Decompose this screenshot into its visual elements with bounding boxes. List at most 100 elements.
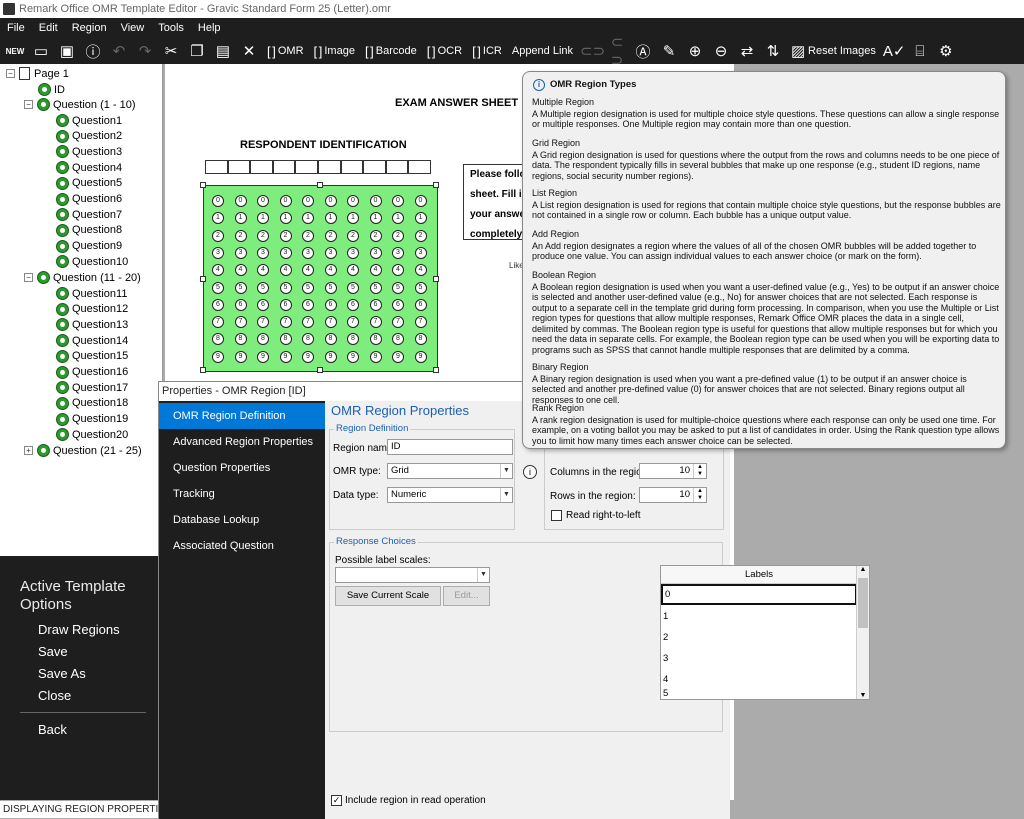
text-recognition-icon[interactable]: Ⓐ bbox=[632, 41, 654, 62]
labels-scrollbar[interactable]: ▲ ▼ bbox=[856, 566, 869, 699]
info-icon[interactable]: i bbox=[523, 465, 537, 479]
menu-region[interactable]: Region bbox=[65, 22, 114, 34]
menu-view[interactable]: View bbox=[114, 22, 152, 34]
label-row[interactable]: 4 bbox=[661, 669, 857, 690]
columns-spinner[interactable]: 10 ▲ ▼ bbox=[639, 463, 707, 479]
pencil-icon[interactable]: ✎ bbox=[658, 42, 680, 60]
labels-list[interactable]: Labels 0 1 2 3 4 5 ▲ ▼ bbox=[660, 565, 870, 700]
scroll-up-icon[interactable]: ▲ bbox=[857, 566, 869, 573]
tree-item-question[interactable]: Question6 bbox=[56, 192, 122, 207]
resize-handle[interactable] bbox=[200, 182, 206, 188]
tree-item-question[interactable]: Question8 bbox=[56, 223, 122, 238]
close-link[interactable]: Close bbox=[38, 688, 71, 703]
flip-horizontal-icon[interactable]: ⇄ bbox=[736, 42, 758, 60]
append-link-button[interactable]: Append Link bbox=[509, 45, 576, 57]
tree-item-question[interactable]: Question12 bbox=[56, 302, 128, 317]
tree-item-question[interactable]: Question15 bbox=[56, 349, 128, 364]
resize-handle[interactable] bbox=[200, 367, 206, 373]
draw-regions-link[interactable]: Draw Regions bbox=[38, 622, 120, 637]
spinner-arrows-icon[interactable]: ▲ ▼ bbox=[693, 488, 706, 502]
info-icon[interactable]: ⓘ bbox=[82, 41, 104, 62]
label-row[interactable]: 3 bbox=[661, 648, 857, 669]
gear-icon[interactable]: ⚙ bbox=[935, 42, 957, 60]
tree-item-page[interactable]: − Page 1 bbox=[6, 66, 69, 81]
resize-handle[interactable] bbox=[433, 367, 439, 373]
save-current-scale-button[interactable]: Save Current Scale bbox=[335, 586, 441, 606]
edit-button[interactable]: Edit... bbox=[443, 586, 490, 606]
label-row[interactable]: 0 bbox=[661, 584, 857, 605]
delete-icon[interactable]: ✕ bbox=[238, 42, 260, 60]
image-region-button[interactable]: [ ] Image bbox=[311, 44, 358, 59]
tree-item-question[interactable]: Question1 bbox=[56, 113, 122, 128]
collapse-icon[interactable]: − bbox=[24, 273, 33, 282]
resize-handle[interactable] bbox=[317, 367, 323, 373]
save-link[interactable]: Save bbox=[38, 644, 68, 659]
spellcheck-icon[interactable]: A✓ bbox=[883, 42, 906, 60]
menu-file[interactable]: File bbox=[0, 22, 32, 34]
spinner-arrows-icon[interactable]: ▲ ▼ bbox=[693, 464, 706, 478]
scroll-down-icon[interactable]: ▼ bbox=[857, 692, 869, 699]
expand-icon[interactable]: + bbox=[24, 446, 33, 455]
cut-icon[interactable]: ✂ bbox=[160, 42, 182, 60]
tree-item-group3[interactable]: + Question (21 - 25) bbox=[24, 443, 142, 458]
tree-item-group1[interactable]: − Question (1 - 10) bbox=[24, 97, 136, 112]
tree-item-question[interactable]: Question9 bbox=[56, 239, 122, 254]
undo-icon[interactable]: ↶ bbox=[108, 42, 130, 60]
zoom-out-icon[interactable]: ⊖ bbox=[710, 42, 732, 60]
rows-spinner[interactable]: 10 ▲ ▼ bbox=[639, 487, 707, 503]
collapse-icon[interactable]: − bbox=[6, 69, 15, 78]
resize-handle[interactable] bbox=[200, 276, 206, 282]
tree-item-question[interactable]: Question2 bbox=[56, 129, 122, 144]
nav-omr-region-definition[interactable]: OMR Region Definition bbox=[159, 403, 325, 429]
nav-advanced-region-properties[interactable]: Advanced Region Properties bbox=[159, 429, 325, 455]
tree-item-question[interactable]: Question20 bbox=[56, 427, 128, 442]
label-row[interactable]: 5 bbox=[661, 688, 857, 699]
paste-icon[interactable]: ▤ bbox=[212, 42, 234, 60]
collapse-icon[interactable]: − bbox=[24, 100, 33, 109]
scrollbar-thumb[interactable] bbox=[858, 578, 868, 628]
tree-item-question[interactable]: Question18 bbox=[56, 396, 128, 411]
reset-images-button[interactable]: ▨ Reset Images bbox=[788, 42, 879, 60]
tree-item-question[interactable]: Question16 bbox=[56, 365, 128, 380]
resize-handle[interactable] bbox=[317, 182, 323, 188]
back-link[interactable]: Back bbox=[38, 722, 67, 737]
tree-item-question[interactable]: Question17 bbox=[56, 380, 128, 395]
ocr-region-button[interactable]: [ ] OCR bbox=[424, 44, 465, 59]
redo-icon[interactable]: ↷ bbox=[134, 42, 156, 60]
link-icon[interactable]: ⊂⊃ bbox=[580, 42, 605, 60]
tree-item-question[interactable]: Question13 bbox=[56, 317, 128, 332]
tree-item-question[interactable]: Question11 bbox=[56, 286, 127, 301]
tree-item-question[interactable]: Question5 bbox=[56, 176, 122, 191]
copy-icon[interactable]: ❐ bbox=[186, 42, 208, 60]
nav-associated-question[interactable]: Associated Question bbox=[159, 533, 325, 559]
new-icon[interactable]: NEW bbox=[4, 47, 26, 56]
save-icon[interactable]: ▣ bbox=[56, 42, 78, 60]
nav-tracking[interactable]: Tracking bbox=[159, 481, 325, 507]
id-grid-region[interactable]: 0000000000111111111122222222223333333333… bbox=[200, 182, 439, 373]
omr-region-button[interactable]: [ ] OMR bbox=[264, 44, 307, 59]
save-as-link[interactable]: Save As bbox=[38, 666, 86, 681]
data-type-select[interactable]: Numeric ▼ bbox=[387, 487, 513, 503]
menu-edit[interactable]: Edit bbox=[32, 22, 65, 34]
barcode-region-button[interactable]: [ ] Barcode bbox=[362, 44, 420, 59]
tree-item-id[interactable]: ID bbox=[38, 82, 65, 97]
resize-handle[interactable] bbox=[433, 276, 439, 282]
label-row[interactable]: 2 bbox=[661, 627, 857, 648]
nav-database-lookup[interactable]: Database Lookup bbox=[159, 507, 325, 533]
region-name-input[interactable]: ID bbox=[387, 439, 513, 455]
include-region-checkbox[interactable]: ✓ bbox=[331, 795, 342, 806]
icr-region-button[interactable]: [ ] ICR bbox=[469, 44, 505, 59]
tree-item-question[interactable]: Question7 bbox=[56, 207, 122, 222]
zoom-in-icon[interactable]: ⊕ bbox=[684, 42, 706, 60]
label-scales-select[interactable]: ▼ bbox=[335, 567, 490, 583]
tree-item-group2[interactable]: − Question (11 - 20) bbox=[24, 270, 141, 285]
tree-item-question[interactable]: Question14 bbox=[56, 333, 128, 348]
menu-help[interactable]: Help bbox=[191, 22, 228, 34]
nav-question-properties[interactable]: Question Properties bbox=[159, 455, 325, 481]
open-folder-icon[interactable]: ▭ bbox=[30, 42, 52, 60]
tree-item-question[interactable]: Question10 bbox=[56, 254, 128, 269]
tree-item-question[interactable]: Question4 bbox=[56, 160, 122, 175]
omr-type-select[interactable]: Grid ▼ bbox=[387, 463, 513, 479]
tree-item-question[interactable]: Question3 bbox=[56, 144, 122, 159]
resize-handle[interactable] bbox=[433, 182, 439, 188]
